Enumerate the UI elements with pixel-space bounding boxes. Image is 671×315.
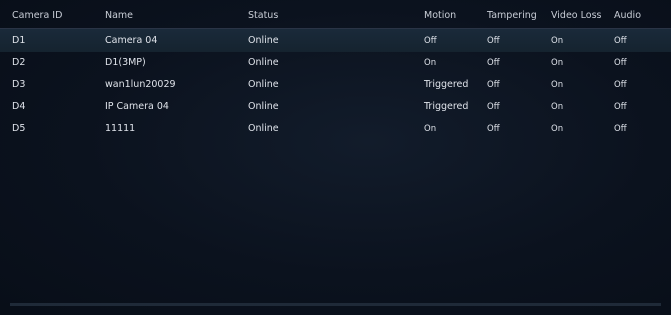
cell-motion: Off bbox=[424, 36, 437, 46]
cell-camera-id: D5 bbox=[12, 123, 26, 134]
cell-tampering: Off bbox=[487, 36, 500, 46]
cell-status: Online bbox=[248, 101, 279, 112]
cell-tampering: Off bbox=[487, 102, 500, 112]
cell-audio: Off bbox=[614, 102, 627, 112]
cell-status: Online bbox=[248, 35, 279, 46]
cell-name: Camera 04 bbox=[105, 35, 158, 46]
cell-video-loss: On bbox=[551, 58, 564, 68]
table-row[interactable]: D3 wan1lun20029 Online Triggered Off On … bbox=[0, 73, 671, 96]
cell-camera-id: D3 bbox=[12, 79, 26, 90]
header-audio[interactable]: Audio bbox=[614, 10, 641, 21]
camera-status-panel: Camera ID Name Status Motion Tampering V… bbox=[0, 0, 671, 315]
cell-motion: On bbox=[424, 124, 437, 134]
cell-status: Online bbox=[248, 123, 279, 134]
cell-motion: On bbox=[424, 58, 437, 68]
cell-name: IP Camera 04 bbox=[105, 101, 169, 112]
header-camera-id[interactable]: Camera ID bbox=[12, 10, 62, 21]
header-motion[interactable]: Motion bbox=[424, 10, 456, 21]
cell-audio: Off bbox=[614, 58, 627, 68]
header-tampering[interactable]: Tampering bbox=[487, 10, 537, 21]
cell-video-loss: On bbox=[551, 102, 564, 112]
cell-tampering: Off bbox=[487, 58, 500, 68]
table-row[interactable]: D2 D1(3MP) Online On Off On Off bbox=[0, 51, 671, 74]
cell-name: 11111 bbox=[105, 123, 136, 134]
cell-tampering: Off bbox=[487, 124, 500, 134]
cell-status: Online bbox=[248, 57, 279, 68]
cell-video-loss: On bbox=[551, 124, 564, 134]
header-status[interactable]: Status bbox=[248, 10, 278, 21]
cell-video-loss: On bbox=[551, 36, 564, 46]
cell-tampering: Off bbox=[487, 80, 500, 90]
header-name[interactable]: Name bbox=[105, 10, 133, 21]
cell-camera-id: D2 bbox=[12, 57, 26, 68]
cell-video-loss: On bbox=[551, 80, 564, 90]
table-row[interactable]: D1 Camera 04 Online Off Off On Off bbox=[0, 29, 671, 52]
cell-motion: Triggered bbox=[424, 79, 469, 90]
cell-audio: Off bbox=[614, 80, 627, 90]
cell-motion: Triggered bbox=[424, 101, 469, 112]
horizontal-scrollbar[interactable] bbox=[10, 303, 661, 306]
cell-audio: Off bbox=[614, 36, 627, 46]
cell-camera-id: D4 bbox=[12, 101, 26, 112]
header-video-loss[interactable]: Video Loss bbox=[551, 10, 601, 21]
cell-camera-id: D1 bbox=[12, 35, 26, 46]
cell-name: wan1lun20029 bbox=[105, 79, 176, 90]
table-header: Camera ID Name Status Motion Tampering V… bbox=[0, 0, 671, 29]
cell-audio: Off bbox=[614, 124, 627, 134]
cell-name: D1(3MP) bbox=[105, 57, 146, 68]
table-row[interactable]: D5 11111 Online On Off On Off bbox=[0, 117, 671, 140]
table-row[interactable]: D4 IP Camera 04 Online Triggered Off On … bbox=[0, 95, 671, 118]
cell-status: Online bbox=[248, 79, 279, 90]
